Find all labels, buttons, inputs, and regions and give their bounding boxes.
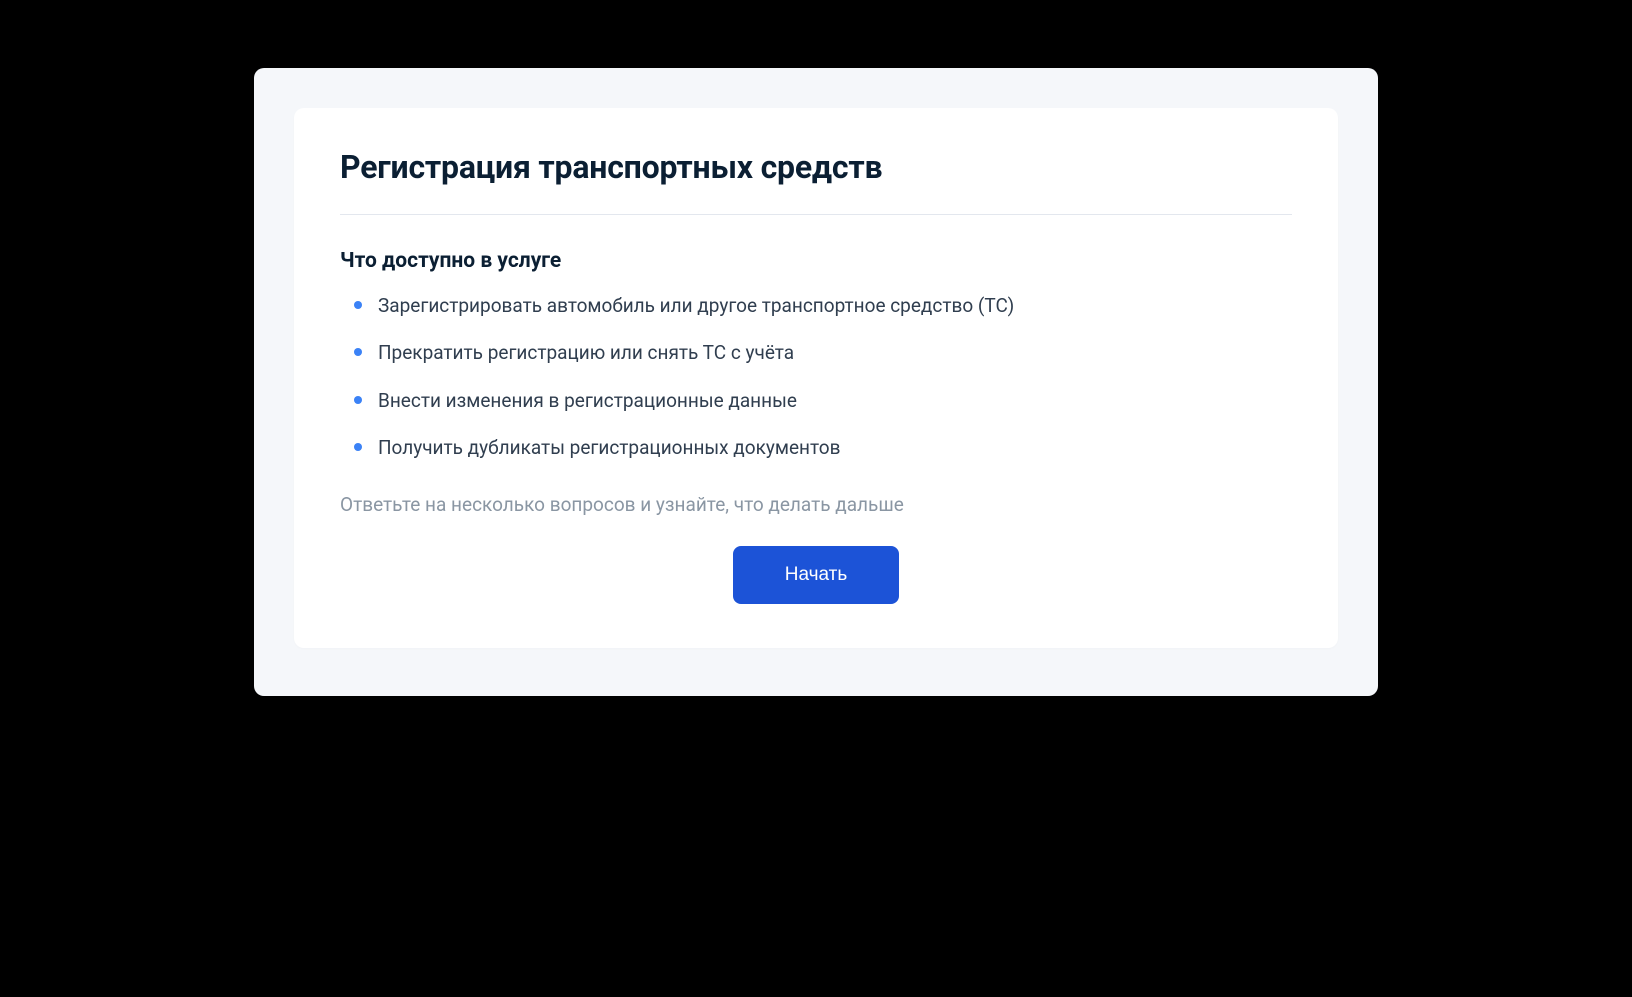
list-item: Внести изменения в регистрационные данны… xyxy=(362,386,1292,415)
hint-text: Ответьте на несколько вопросов и узнайте… xyxy=(340,493,1292,516)
bullet-list: Зарегистрировать автомобиль или другое т… xyxy=(340,291,1292,463)
list-item: Прекратить регистрацию или снять ТС с уч… xyxy=(362,338,1292,367)
page-title: Регистрация транспортных средств xyxy=(340,148,1292,215)
action-row: Начать xyxy=(340,546,1292,604)
list-item: Получить дубликаты регистрационных докум… xyxy=(362,433,1292,462)
section-subtitle: Что доступно в услуге xyxy=(340,249,1292,273)
start-button[interactable]: Начать xyxy=(733,546,900,604)
list-item: Зарегистрировать автомобиль или другое т… xyxy=(362,291,1292,320)
service-card: Регистрация транспортных средств Что дос… xyxy=(294,108,1338,648)
outer-panel: Регистрация транспортных средств Что дос… xyxy=(254,68,1378,696)
